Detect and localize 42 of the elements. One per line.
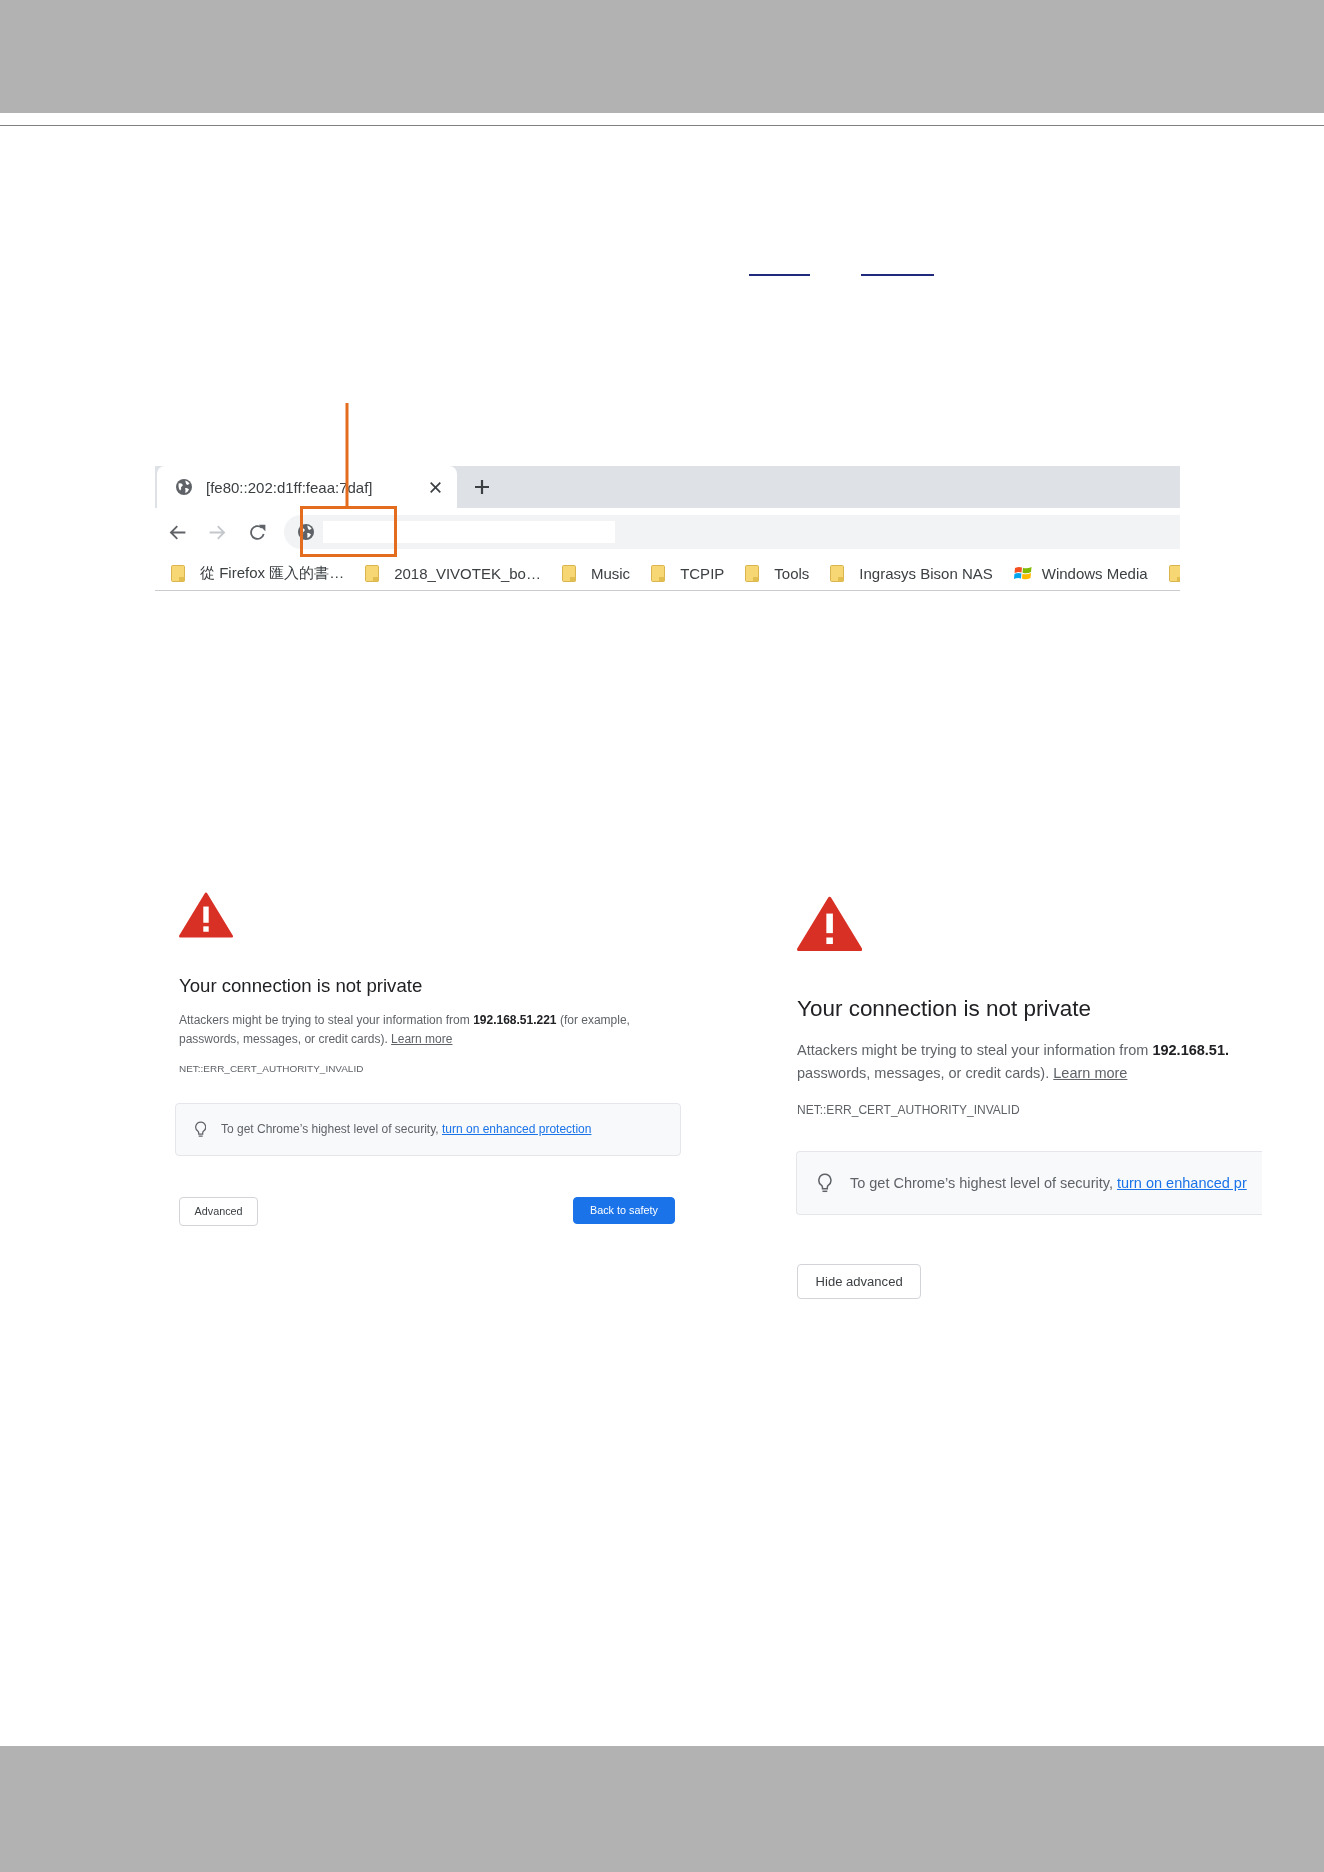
warning-icon: [797, 896, 863, 952]
bookmark-item[interactable]: Ingrasys Bison NAS: [830, 564, 993, 582]
folder-icon: [651, 564, 666, 582]
enhanced-protection-link[interactable]: turn on enhanced pr: [1116, 1174, 1247, 1191]
security-tip-text: To get Chrome’s highest level of security, turn on enhanced protection: [221, 1122, 592, 1137]
bookmark-item[interactable]: TCPIP: [651, 564, 725, 582]
folder-icon: [561, 564, 576, 582]
enhanced-protection-link[interactable]: turn on enhanced protection: [442, 1122, 592, 1137]
warning-title: Your connection is not private: [179, 973, 424, 997]
advanced-toggle-button[interactable]: Advanced: [179, 1196, 259, 1226]
lightbulb-icon: [194, 1121, 206, 1138]
warning-icon: [179, 892, 233, 939]
link-underline: [749, 274, 810, 276]
security-tip-text: To get Chrome’s highest level of security, turn on enhanced pr: [849, 1174, 1247, 1191]
advanced-toggle-button[interactable]: Hide advanced: [797, 1264, 922, 1300]
bookmark-item[interactable]: Tools: [745, 564, 810, 582]
folder-icon: [171, 564, 185, 582]
learn-more-link[interactable]: Learn more: [391, 1031, 453, 1046]
folder-icon: [365, 564, 380, 582]
flag-icon: [1013, 565, 1032, 581]
learn-more-link[interactable]: Learn more: [1053, 1065, 1128, 1082]
error-code: NET::ERR_CERT_AUTHORITY_INVALID: [179, 1062, 365, 1076]
folder-icon: [745, 564, 760, 582]
close-icon[interactable]: [430, 481, 441, 493]
address-field[interactable]: [284, 515, 1180, 549]
reload-icon[interactable]: [249, 523, 266, 541]
bookmark-item[interactable]: 從 Firefox 匯入的書…: [171, 563, 345, 583]
error-code: NET::ERR_CERT_AUTHORITY_INVALID: [797, 1101, 1021, 1119]
back-arrow-icon[interactable]: [169, 523, 186, 541]
warning-title: Your connection is not private: [797, 994, 1092, 1023]
bookmark-item[interactable]: Music: [561, 564, 631, 582]
back-to-safety-button[interactable]: Back to safety: [572, 1196, 675, 1224]
globe-icon: [176, 479, 192, 495]
folder-icon: [1168, 564, 1180, 582]
bookmark-item[interactable]: Windows Media: [1013, 564, 1148, 582]
lightbulb-icon: [818, 1172, 832, 1194]
plus-icon[interactable]: [475, 480, 489, 494]
globe-icon: [298, 524, 314, 540]
warning-description: Attackers might be trying to steal your information from 192.168.51. passwords, messages, or credit cards). Learn more: [797, 1041, 1230, 1084]
folder-icon: [830, 564, 845, 582]
bookmark-item[interactable]: 2018_VIVOTEK_bo…: [365, 564, 541, 582]
warning-description: Attackers might be trying to steal your information from 192.168.51.221 (for example, passwords, messages, or credit cards). Learn more: [179, 1011, 631, 1048]
